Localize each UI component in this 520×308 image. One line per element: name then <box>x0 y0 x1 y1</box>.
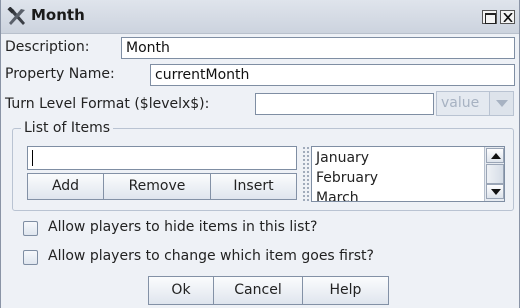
title-bar[interactable]: Month <box>1 0 519 34</box>
text-caret <box>32 150 33 166</box>
description-label: Description: <box>5 39 90 55</box>
list-item[interactable]: March <box>316 190 359 201</box>
change-order-checkbox[interactable] <box>23 250 38 265</box>
hide-items-checkbox[interactable] <box>23 221 38 236</box>
value-dropdown-label: value <box>441 95 480 111</box>
chevron-down-icon[interactable] <box>489 92 513 115</box>
list-item[interactable]: January <box>316 150 369 166</box>
property-name-field[interactable]: currentMonth <box>150 64 515 86</box>
item-input-field[interactable] <box>27 146 297 170</box>
scroll-down-icon[interactable] <box>486 184 504 199</box>
window-title: Month <box>31 6 85 24</box>
tools-x-icon <box>7 7 25 25</box>
ok-button[interactable]: Ok <box>148 276 214 305</box>
dialog-window: Month Description: Month Property Name: … <box>0 0 520 308</box>
property-name-label: Property Name: <box>5 66 115 82</box>
description-field[interactable]: Month <box>121 37 515 59</box>
maximize-icon[interactable] <box>482 10 497 24</box>
add-button[interactable]: Add <box>27 173 104 200</box>
scrollbar-thumb[interactable] <box>486 164 504 184</box>
cancel-button[interactable]: Cancel <box>213 276 303 305</box>
remove-button[interactable]: Remove <box>103 173 211 200</box>
list-item[interactable]: February <box>316 170 378 186</box>
list-scrollbar[interactable] <box>484 147 504 201</box>
turn-format-label: Turn Level Format ($levelx$): <box>5 96 210 112</box>
scroll-up-icon[interactable] <box>486 148 504 163</box>
hide-items-label: Allow players to hide items in this list… <box>48 219 318 235</box>
value-dropdown[interactable]: value <box>436 91 514 116</box>
split-pane-divider[interactable] <box>302 146 310 202</box>
help-button[interactable]: Help <box>302 276 389 305</box>
change-order-label: Allow players to change which item goes … <box>48 248 374 264</box>
items-list[interactable]: January February March <box>311 146 505 202</box>
close-icon[interactable] <box>500 10 515 24</box>
turn-format-field[interactable] <box>255 93 434 115</box>
list-of-items-title: List of Items <box>21 120 114 136</box>
insert-button[interactable]: Insert <box>210 173 297 200</box>
